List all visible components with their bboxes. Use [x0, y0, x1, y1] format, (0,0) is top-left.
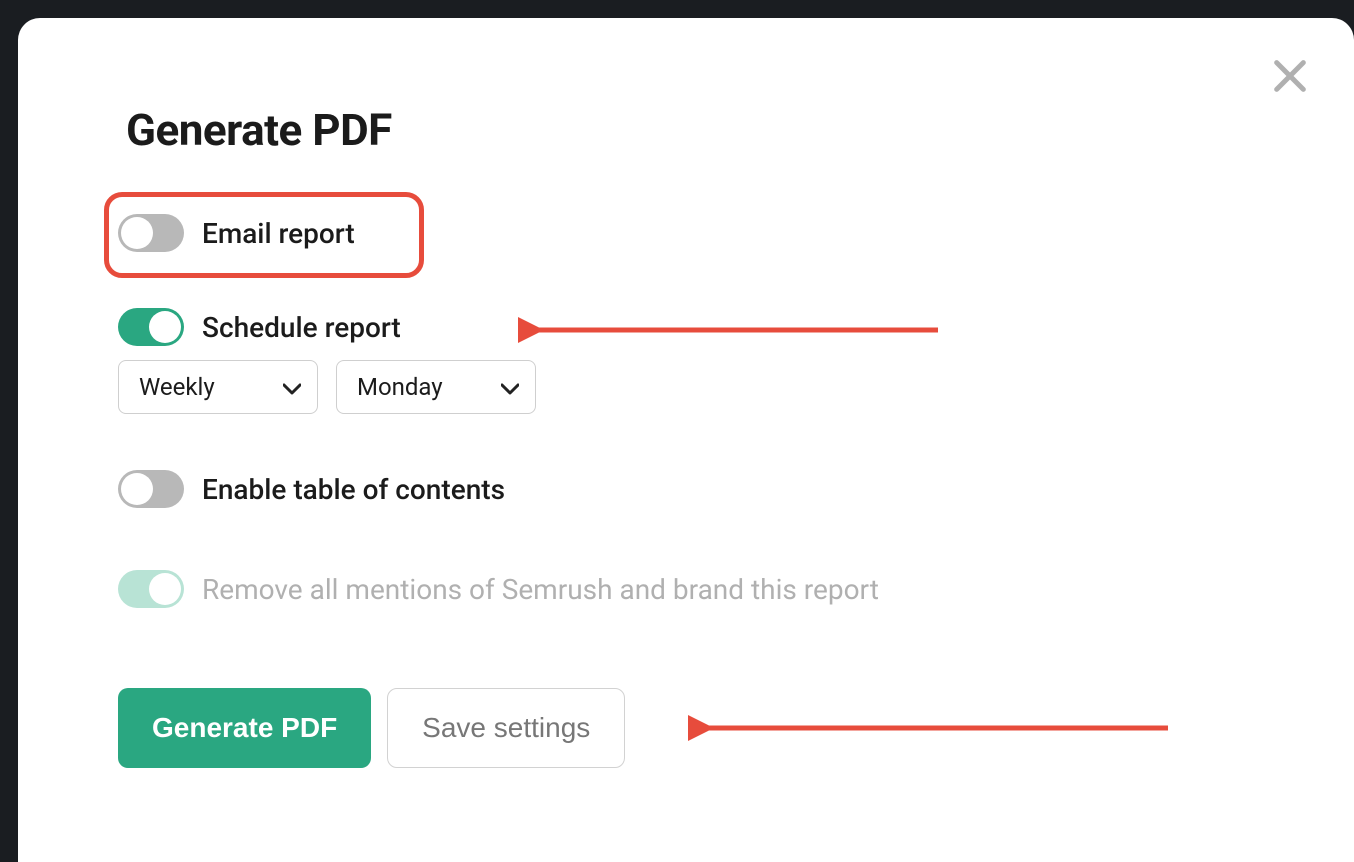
day-select[interactable]: Monday: [336, 360, 536, 414]
generate-pdf-button[interactable]: Generate PDF: [118, 688, 371, 768]
email-report-row: Email report: [118, 214, 1254, 252]
toc-toggle[interactable]: [118, 470, 184, 508]
annotation-arrow-save: [688, 714, 1168, 742]
modal-title: Generate PDF: [126, 104, 1254, 156]
day-select-value: Monday: [357, 373, 443, 401]
remove-branding-row: Remove all mentions of Semrush and brand…: [118, 570, 1254, 608]
chevron-down-icon: [501, 373, 519, 401]
close-button[interactable]: [1270, 56, 1310, 96]
email-report-toggle[interactable]: [118, 214, 184, 252]
modal-buttons: Generate PDF Save settings: [118, 688, 1254, 768]
schedule-report-toggle[interactable]: [118, 308, 184, 346]
chevron-down-icon: [283, 373, 301, 401]
frequency-select[interactable]: Weekly: [118, 360, 318, 414]
schedule-report-row: Schedule report: [118, 308, 1254, 346]
remove-branding-toggle: [118, 570, 184, 608]
annotation-arrow-schedule: [518, 316, 938, 344]
remove-branding-label: Remove all mentions of Semrush and brand…: [202, 573, 879, 606]
frequency-select-value: Weekly: [139, 373, 215, 401]
schedule-selects: Weekly Monday: [118, 360, 1254, 414]
toc-row: Enable table of contents: [118, 470, 1254, 508]
generate-pdf-modal: Generate PDF Email report Schedule repor…: [18, 18, 1354, 862]
email-report-label: Email report: [202, 217, 355, 250]
toc-label: Enable table of contents: [202, 473, 505, 506]
close-icon: [1270, 56, 1310, 96]
save-settings-button[interactable]: Save settings: [387, 688, 625, 768]
schedule-report-label: Schedule report: [202, 311, 401, 344]
